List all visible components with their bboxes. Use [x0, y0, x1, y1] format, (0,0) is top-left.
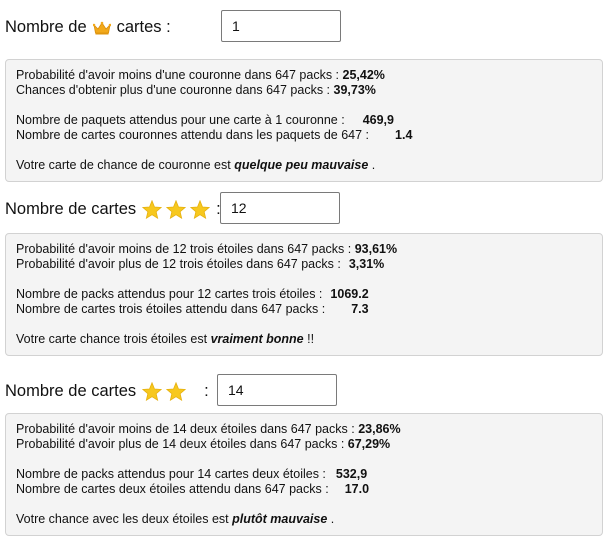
- result-value: 23,86%: [358, 422, 401, 436]
- verdict-suffix: .: [330, 512, 335, 526]
- result-text: Probabilité d'avoir plus de 14 deux étoi…: [16, 437, 345, 451]
- result-line: Chances d'obtenir plus d'une couronne da…: [16, 83, 592, 98]
- result-line: Probabilité d'avoir moins de 14 deux éto…: [16, 422, 592, 437]
- result-line: Probabilité d'avoir moins de 12 trois ét…: [16, 242, 592, 257]
- verdict-suffix: !!: [307, 332, 315, 346]
- results-card: Probabilité d'avoir moins de 14 deux éto…: [5, 413, 603, 536]
- section-header: Nombre de cartes :: [0, 374, 605, 410]
- star-icon: [142, 382, 163, 401]
- verdict-value: vraiment bonne: [210, 332, 304, 346]
- label-prefix: Nombre de cartes: [5, 200, 137, 218]
- result-text: Probabilité d'avoir moins d'une couronne…: [16, 68, 340, 82]
- results-card: Probabilité d'avoir moins de 12 trois ét…: [5, 233, 603, 356]
- section-crown: Nombre de cartes : Probabilité d'avoir m…: [0, 10, 605, 182]
- result-text: Nombre de cartes trois étoiles attendu d…: [16, 302, 326, 316]
- result-value: 1.4: [395, 128, 413, 142]
- star-icon: [166, 382, 187, 401]
- result-text: Chances d'obtenir plus d'une couronne da…: [16, 83, 331, 97]
- result-value: 39,73%: [333, 83, 376, 97]
- result-text: Probabilité d'avoir moins de 12 trois ét…: [16, 242, 352, 256]
- star-icon: [190, 200, 211, 219]
- result-text: Nombre de cartes deux étoiles attendu da…: [16, 482, 329, 496]
- section-label: Nombre de cartes :: [5, 18, 171, 37]
- result-value: 1069.2: [330, 287, 369, 301]
- section-three-stars: Nombre de cartes : Probabilité d'avoir m…: [0, 192, 605, 356]
- star-icon: [166, 200, 187, 219]
- star-rating-icons: [142, 382, 187, 401]
- result-line: Nombre de cartes deux étoiles attendu da…: [16, 482, 592, 497]
- result-line: Nombre de packs attendus pour 14 cartes …: [16, 467, 592, 482]
- section-label: Nombre de cartes :: [5, 200, 221, 219]
- verdict-line: Votre carte de chance de couronne est qu…: [16, 158, 592, 173]
- verdict-line: Votre chance avec les deux étoiles est p…: [16, 512, 592, 527]
- star-icon: [142, 200, 163, 219]
- result-text: Probabilité d'avoir plus de 12 trois éto…: [16, 257, 341, 271]
- result-value: 7.3: [351, 302, 369, 316]
- result-value: 469,9: [362, 113, 394, 127]
- section-two-stars: Nombre de cartes : Probabilité d'avoir m…: [0, 374, 605, 536]
- result-line: Nombre de cartes trois étoiles attendu d…: [16, 302, 592, 317]
- label-suffix: cartes :: [116, 18, 171, 36]
- label-prefix: Nombre de: [5, 18, 87, 36]
- verdict-line: Votre carte chance trois étoiles est vra…: [16, 332, 592, 347]
- section-header: Nombre de cartes :: [0, 10, 605, 46]
- label-prefix: Nombre de cartes: [5, 382, 137, 400]
- verdict-text: Votre chance avec les deux étoiles est: [16, 512, 229, 526]
- verdict-value: quelque peu mauvaise: [234, 158, 369, 172]
- result-value: 17.0: [344, 482, 370, 496]
- crown-count-input[interactable]: [221, 10, 341, 42]
- result-value: 25,42%: [342, 68, 385, 82]
- star-rating-icons: [142, 200, 211, 219]
- two-star-count-input[interactable]: [217, 374, 337, 406]
- verdict-text: Votre carte de chance de couronne est: [16, 158, 231, 172]
- verdict-text: Votre carte chance trois étoiles est: [16, 332, 208, 346]
- result-text: Probabilité d'avoir moins de 14 deux éto…: [16, 422, 355, 436]
- verdict-value: plutôt mauvaise: [232, 512, 328, 526]
- result-line: Probabilité d'avoir plus de 12 trois éto…: [16, 257, 592, 272]
- result-line: Probabilité d'avoir moins d'une couronne…: [16, 68, 592, 83]
- result-value: 67,29%: [347, 437, 391, 451]
- label-suffix: :: [204, 382, 209, 400]
- result-line: Nombre de paquets attendus pour une cart…: [16, 113, 592, 128]
- result-text: Nombre de cartes couronnes attendu dans …: [16, 128, 370, 142]
- result-value: 532,9: [335, 467, 368, 481]
- verdict-suffix: .: [371, 158, 376, 172]
- results-card: Probabilité d'avoir moins d'une couronne…: [5, 59, 603, 182]
- result-text: Nombre de packs attendus pour 12 cartes …: [16, 287, 323, 301]
- crown-icon: [92, 21, 111, 35]
- result-value: 93,61%: [354, 242, 398, 256]
- result-line: Probabilité d'avoir plus de 14 deux étoi…: [16, 437, 592, 452]
- section-label: Nombre de cartes :: [5, 382, 209, 401]
- section-header: Nombre de cartes :: [0, 192, 605, 228]
- result-text: Nombre de paquets attendus pour une cart…: [16, 113, 345, 127]
- result-value: 3,31%: [348, 257, 385, 271]
- result-text: Nombre de packs attendus pour 14 cartes …: [16, 467, 326, 481]
- three-star-count-input[interactable]: [220, 192, 340, 224]
- result-line: Nombre de cartes couronnes attendu dans …: [16, 128, 592, 143]
- result-line: Nombre de packs attendus pour 12 cartes …: [16, 287, 592, 302]
